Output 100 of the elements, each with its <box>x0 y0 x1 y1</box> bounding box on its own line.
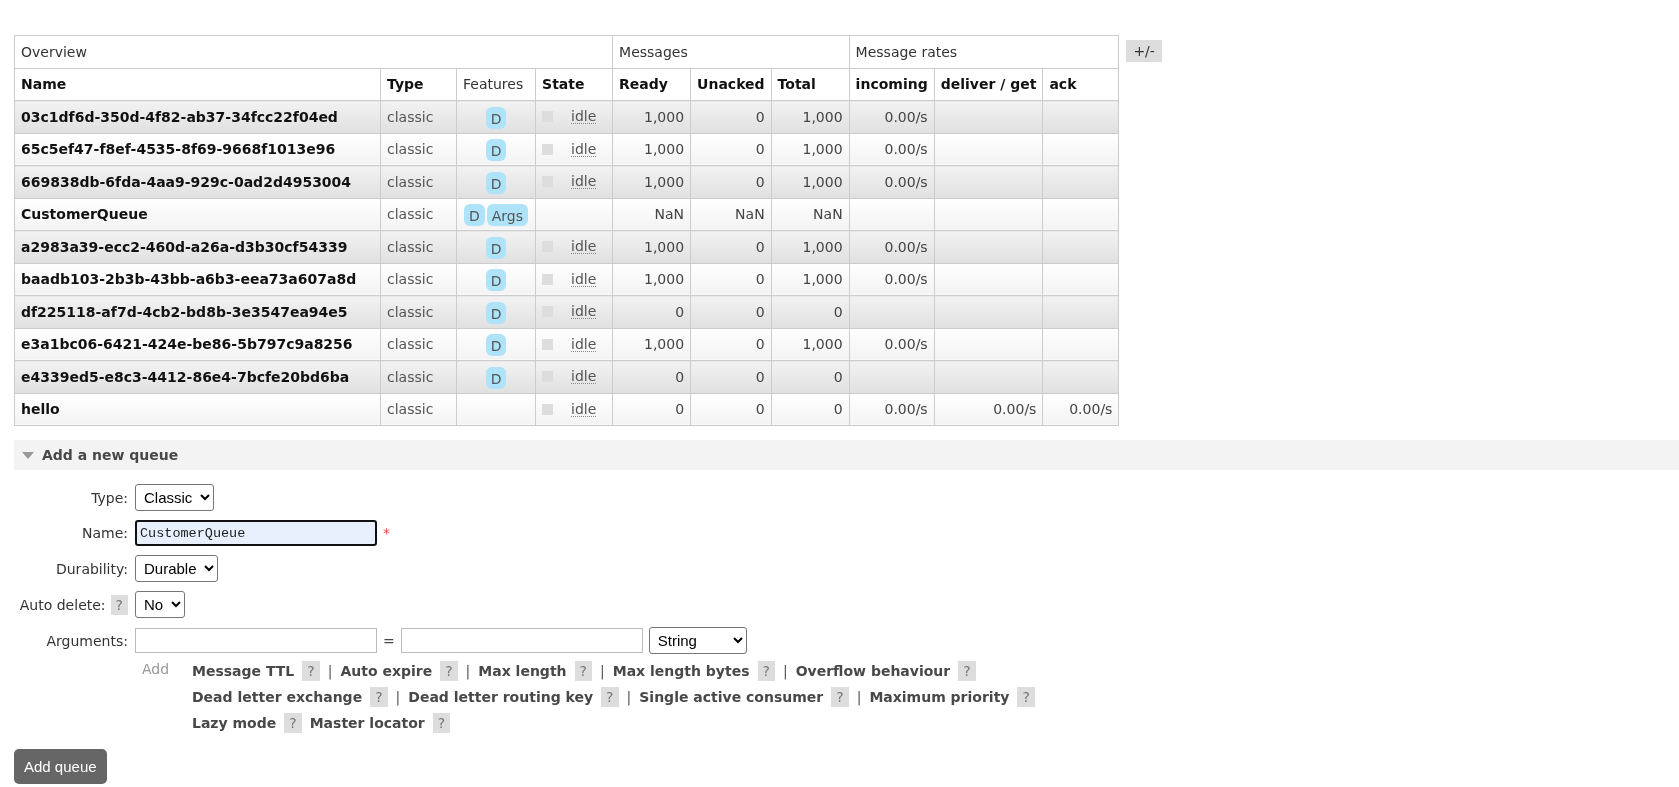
state-indicator-icon <box>542 338 554 350</box>
argument-link[interactable]: Max length <box>478 663 567 679</box>
state-label: idle <box>571 336 597 352</box>
argument-link[interactable]: Dead letter exchange <box>192 689 363 705</box>
column-header[interactable]: Name <box>14 68 381 101</box>
table-cell: 1,000 <box>771 165 850 198</box>
argument-link[interactable]: Master locator <box>309 715 425 731</box>
table-cell: 0 <box>612 360 691 393</box>
table-cell: 0.00/s <box>849 263 935 296</box>
queue-name-cell[interactable]: e3a1bc06-6421-424e-be86-5b797c9a8256 <box>14 328 381 361</box>
queue-name-cell[interactable]: df225118-af7d-4cb2-bd8b-3e3547ea94e5 <box>14 295 381 328</box>
feature-badge: D <box>485 366 507 389</box>
equals-sign: = <box>383 632 395 649</box>
argument-link[interactable]: Message TTL <box>192 663 295 679</box>
feature-badge: D <box>485 139 507 162</box>
state-label: idle <box>571 174 597 190</box>
table-cell: 0 <box>690 328 772 361</box>
add-queue-button[interactable]: Add queue <box>14 749 107 784</box>
argument-link[interactable]: Single active consumer <box>639 689 824 705</box>
queue-name-cell[interactable]: hello <box>14 393 381 426</box>
table-cell: 0 <box>690 100 772 133</box>
separator: | <box>782 663 788 679</box>
separator: | <box>600 663 605 679</box>
table-cell: 1,000 <box>771 100 850 133</box>
column-header[interactable]: Total <box>771 68 850 101</box>
column-header[interactable]: incoming <box>849 68 935 101</box>
separator: | <box>856 689 862 705</box>
state-label: idle <box>571 141 597 157</box>
table-cell: 1,000 <box>612 100 691 133</box>
add-label: Add <box>141 660 171 679</box>
table-cell: 1,000 <box>612 230 691 263</box>
feature-badge: D <box>464 204 485 227</box>
table-cell: 0 <box>690 263 772 296</box>
column-group-header: Overview <box>14 35 613 68</box>
field-label: Arguments: <box>46 633 128 649</box>
dropdown[interactable]: String <box>648 627 747 654</box>
separator: | <box>395 689 401 705</box>
section-header[interactable]: Add a new queue <box>14 440 1679 470</box>
input-field[interactable] <box>400 628 643 653</box>
separator: | <box>465 663 471 679</box>
dropdown[interactable]: Durable <box>135 555 218 582</box>
feature-badge: D <box>485 236 507 259</box>
table-cell: classic <box>380 393 457 426</box>
queue-name-cell[interactable]: CustomerQueue <box>14 198 381 231</box>
table-cell: 0.00/s <box>849 393 935 426</box>
argument-link[interactable]: Max length bytes <box>612 663 750 679</box>
field-label: Durability: <box>55 560 128 577</box>
table-cell: 0 <box>690 133 772 166</box>
state-label: idle <box>571 304 597 320</box>
column-header[interactable]: ack <box>1042 68 1119 101</box>
table-cell: 0 <box>771 295 850 328</box>
field-label: Type: <box>91 489 128 506</box>
input-field[interactable] <box>135 628 377 653</box>
queue-name-cell[interactable]: e4339ed5-e8c3-4412-86e4-7bcfe20bd6ba <box>14 360 381 393</box>
state-indicator-icon <box>542 143 554 155</box>
state-label: idle <box>571 271 597 287</box>
state-indicator-icon <box>542 403 554 415</box>
state-indicator-icon <box>542 273 554 285</box>
required-mark: * <box>383 525 390 541</box>
table-cell: 0 <box>612 295 691 328</box>
table-cell: 1,000 <box>771 230 850 263</box>
argument-link[interactable]: Maximum priority <box>869 689 1010 705</box>
argument-link[interactable]: Overflow behaviour <box>795 663 951 679</box>
input-field[interactable]: CustomerQueue <box>135 520 377 546</box>
feature-badge: D <box>485 106 507 129</box>
field-label: Name: <box>81 525 128 541</box>
table-cell: 0.00/s <box>934 393 1043 426</box>
argument-link[interactable]: Auto expire <box>340 663 433 679</box>
table-cell: 0.00/s <box>849 328 935 361</box>
dropdown[interactable]: Classic <box>135 484 214 511</box>
queue-name-cell[interactable]: 669838db-6fda-4aa9-929c-0ad2d4953004 <box>14 165 381 198</box>
column-header[interactable]: Type <box>380 68 457 101</box>
feature-badge: D <box>485 334 507 357</box>
table-cell: NaN <box>690 198 772 231</box>
table-cell: 0 <box>690 230 772 263</box>
separator: | <box>327 663 333 679</box>
dropdown[interactable]: No <box>135 591 185 618</box>
table-cell: classic <box>380 230 457 263</box>
table-cell: 0 <box>771 360 850 393</box>
table-cell: 0 <box>771 393 850 426</box>
table-cell: 1,000 <box>612 165 691 198</box>
state-label: idle <box>571 369 597 385</box>
queue-name-cell[interactable]: baadb103-2b3b-43bb-a6b3-eea73a607a8d <box>14 263 381 296</box>
queue-name-cell[interactable]: 03c1df6d-350d-4f82-ab37-34fcc22f04ed <box>14 100 381 133</box>
column-header[interactable]: Ready <box>612 68 691 101</box>
state-label: idle <box>571 109 597 125</box>
argument-link[interactable]: Dead letter routing key <box>408 689 594 705</box>
table-cell: 0 <box>690 360 772 393</box>
table-cell: 0 <box>690 165 772 198</box>
argument-link[interactable]: Lazy mode <box>192 715 277 731</box>
table-cell: 0.00/s <box>849 165 935 198</box>
column-header[interactable]: State <box>535 68 613 101</box>
column-header[interactable]: deliver / get <box>934 68 1043 101</box>
queue-name-cell[interactable]: 65c5ef47-f8ef-4535-8f69-9668f1013e96 <box>14 133 381 166</box>
table-cell: classic <box>380 328 457 361</box>
field-label: Auto delete: <box>19 596 106 613</box>
column-header[interactable]: Unacked <box>690 68 772 101</box>
section-title: Add a new queue <box>42 447 179 463</box>
toggle-columns-button[interactable]: +/- <box>1126 40 1162 62</box>
queue-name-cell[interactable]: a2983a39-ecc2-460d-a26a-d3b30cf54339 <box>14 230 381 263</box>
